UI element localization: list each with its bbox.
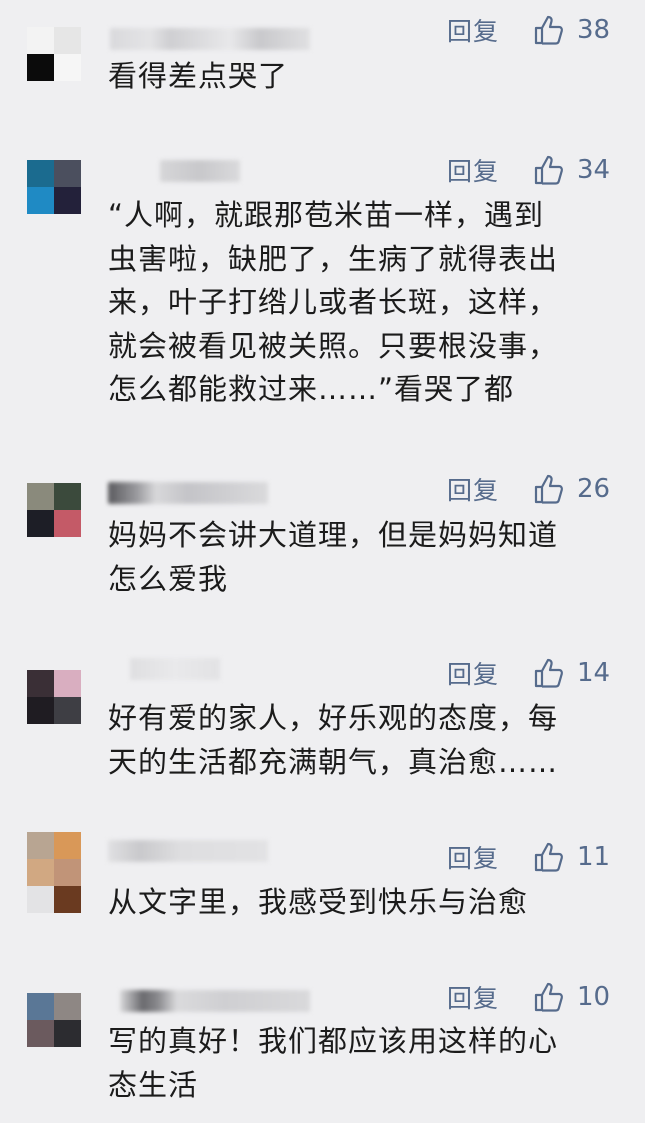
- comment-actions: 回复 26: [447, 469, 615, 509]
- avatar[interactable]: [27, 483, 81, 537]
- like-count: 34: [577, 155, 611, 185]
- comment-actions: 回复 10: [447, 977, 615, 1017]
- reply-button[interactable]: 回复: [447, 12, 499, 48]
- like-button[interactable]: 10: [533, 981, 615, 1013]
- thumbs-up-icon: [534, 15, 564, 45]
- thumbs-up-icon: [534, 658, 564, 688]
- username-blurred[interactable]: [108, 840, 268, 862]
- username-blurred[interactable]: [110, 28, 310, 50]
- avatar[interactable]: [27, 993, 81, 1047]
- thumbs-up-icon: [534, 155, 564, 185]
- comment-text: 写的真好！我们都应该用这样的心 态生活: [108, 1024, 559, 1102]
- avatar[interactable]: [27, 27, 81, 81]
- like-count: 10: [577, 982, 611, 1012]
- like-count: 38: [577, 15, 611, 45]
- like-button[interactable]: 38: [533, 14, 615, 46]
- thumbs-up-icon: [534, 474, 564, 504]
- comment-text: “人啊，就跟那苞米苗一样，遇到 虫害啦，缺肥了，生病了就得表出 来，叶子打绺儿或…: [108, 198, 559, 406]
- username-blurred[interactable]: [130, 658, 220, 680]
- reply-button[interactable]: 回复: [447, 471, 499, 507]
- like-button[interactable]: 26: [533, 473, 615, 505]
- like-button[interactable]: 14: [533, 657, 615, 689]
- comment-actions: 回复 34: [447, 150, 615, 190]
- thumbs-up-icon: [534, 982, 564, 1012]
- avatar[interactable]: [27, 832, 81, 886]
- avatar[interactable]: [27, 160, 81, 214]
- thumbs-up-icon: [534, 842, 564, 872]
- comment-text: 妈妈不会讲大道理，但是妈妈知道 怎么爱我: [108, 518, 559, 596]
- reply-button[interactable]: 回复: [447, 152, 499, 188]
- reply-button[interactable]: 回复: [447, 655, 499, 691]
- comment-actions: 回复 14: [447, 653, 615, 693]
- like-count: 11: [577, 842, 611, 872]
- reply-button[interactable]: 回复: [447, 839, 499, 875]
- like-button[interactable]: 11: [533, 841, 615, 873]
- comment-text: 看得差点哭了: [108, 59, 289, 93]
- username-blurred[interactable]: [160, 160, 240, 182]
- comment-actions: 回复 38: [447, 10, 615, 50]
- reply-button[interactable]: 回复: [447, 979, 499, 1015]
- like-button[interactable]: 34: [533, 154, 615, 186]
- avatar[interactable]: [27, 670, 81, 724]
- username-blurred[interactable]: [108, 482, 268, 504]
- like-count: 26: [577, 474, 611, 504]
- comment-text: 好有爱的家人，好乐观的态度，每 天的生活都充满朝气，真治愈……: [108, 701, 559, 779]
- comment-actions: 回复 11: [447, 837, 615, 877]
- avatar-lower: [27, 886, 81, 913]
- comment-text: 从文字里，我感受到快乐与治愈: [108, 885, 529, 919]
- like-count: 14: [577, 658, 611, 688]
- username-blurred[interactable]: [120, 990, 310, 1012]
